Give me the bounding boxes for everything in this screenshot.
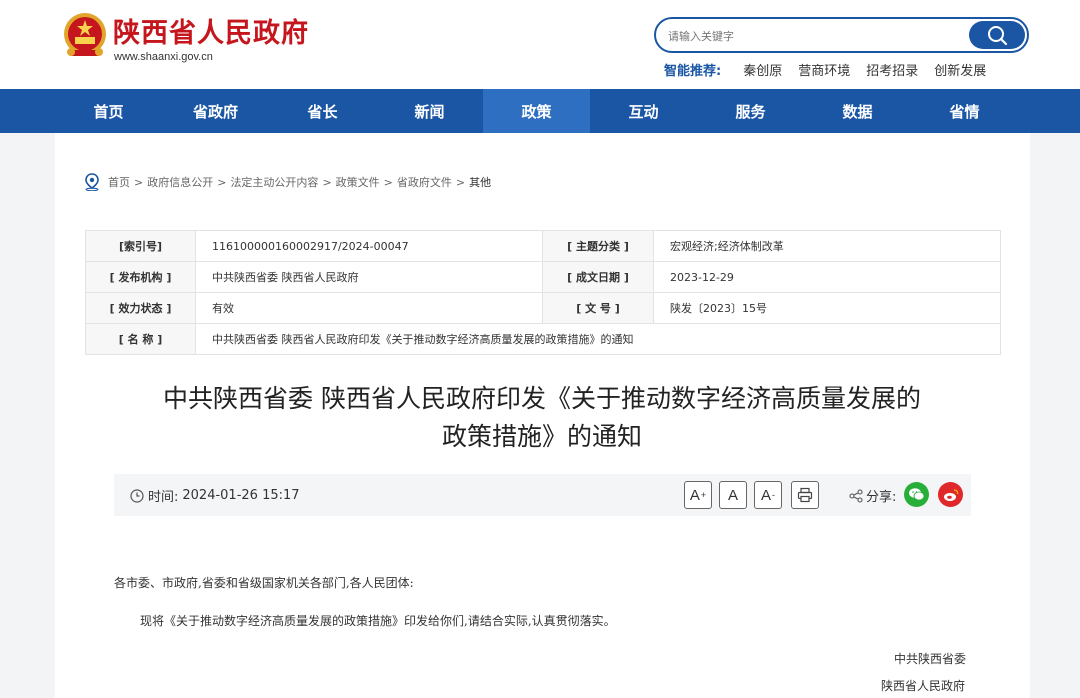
font-default-label: A — [727, 486, 738, 504]
breadcrumb-link[interactable]: 政策文件 — [336, 174, 380, 190]
meta-key: [ 效力状态 ] — [85, 292, 196, 324]
breadcrumb-link[interactable]: 法定主动公开内容 — [230, 174, 318, 190]
signature: 陕西省人民政府 — [881, 679, 966, 693]
meta-value: 陕发〔2023〕15号 — [653, 292, 1001, 324]
site-title[interactable]: 陕西省人民政府 — [113, 17, 309, 51]
font-increase-label: A — [689, 486, 700, 504]
site-domain: www.shaanxi.gov.cn — [114, 51, 213, 63]
nav-item-governor[interactable]: 省长 — [269, 89, 376, 133]
meta-key: [索引号] — [85, 230, 196, 262]
share-label: 分享: — [866, 490, 897, 505]
national-emblem-icon[interactable] — [62, 12, 108, 60]
meta-value: 中共陕西省委 陕西省人民政府 — [195, 261, 543, 293]
site-header: 陕西省人民政府 www.shaanxi.gov.cn 智能推荐: 秦创原 营商环… — [0, 0, 1080, 89]
font-default-button[interactable]: A — [719, 481, 747, 509]
meta-value: 116100000160002917/2024-00047 — [195, 230, 543, 262]
time-label: 时间: — [148, 490, 179, 505]
breadcrumb-link[interactable]: 首页 — [108, 174, 130, 190]
breadcrumb-separator: > — [455, 175, 466, 189]
search-icon — [988, 26, 1008, 46]
body-paragraph: 现将《关于推动数字经济高质量发展的政策措施》印发给你们,请结合实际,认真贯彻落实… — [140, 614, 616, 628]
meta-value: 中共陕西省委 陕西省人民政府印发《关于推动数字经济高质量发展的政策措施》的通知 — [195, 323, 1001, 355]
time-value: 2024-01-26 15:17 — [182, 488, 300, 503]
document-meta-table: [索引号] 116100000160002917/2024-00047 [ 主题… — [85, 230, 1001, 355]
share-wechat-button[interactable] — [904, 482, 929, 507]
breadcrumb-separator: > — [383, 175, 393, 189]
nav-item-home[interactable]: 首页 — [55, 89, 162, 133]
table-row: [ 效力状态 ] 有效 [ 文 号 ] 陕发〔2023〕15号 — [85, 292, 1001, 324]
font-decrease-button[interactable]: A- — [754, 481, 782, 509]
share-weibo-button[interactable] — [938, 482, 963, 507]
recommend-link[interactable]: 创新发展 — [934, 63, 986, 81]
clock-icon — [130, 488, 144, 503]
breadcrumb-separator: > — [134, 175, 144, 189]
signature: 中共陕西省委 — [894, 652, 967, 666]
article-title-line: 中共陕西省委 陕西省人民政府印发《关于推动数字经济高质量发展的 — [163, 384, 921, 413]
breadcrumb: 首页 > 政府信息公开 > 法定主动公开内容 > 政策文件 > 省政府文件 > … — [84, 172, 491, 192]
meta-key: [ 成文日期 ] — [542, 261, 654, 293]
breadcrumb-link[interactable]: 政府信息公开 — [147, 174, 213, 190]
breadcrumb-current: 其他 — [469, 176, 492, 189]
table-row: [索引号] 116100000160002917/2024-00047 [ 主题… — [85, 230, 1001, 262]
smart-recommend: 智能推荐: 秦创原 营商环境 招考招录 创新发展 — [664, 63, 1002, 81]
meta-key: [ 名 称 ] — [85, 323, 196, 355]
nav-item-news[interactable]: 新闻 — [376, 89, 483, 133]
article-title-line: 政策措施》的通知 — [441, 422, 642, 451]
main-nav: 首页 省政府 省长 新闻 政策 互动 服务 数据 省情 — [0, 89, 1080, 133]
nav-item-interaction[interactable]: 互动 — [590, 89, 697, 133]
meta-key: [ 主题分类 ] — [542, 230, 654, 262]
search-input[interactable] — [668, 25, 958, 47]
table-row: [ 名 称 ] 中共陕西省委 陕西省人民政府印发《关于推动数字经济高质量发展的政… — [85, 323, 1001, 355]
share-icon — [849, 488, 863, 503]
recommend-link[interactable]: 招考招录 — [866, 63, 918, 81]
table-row: [ 发布机构 ] 中共陕西省委 陕西省人民政府 [ 成文日期 ] 2023-12… — [85, 261, 1001, 293]
nav-item-data[interactable]: 数据 — [804, 89, 911, 133]
meta-value: 2023-12-29 — [653, 261, 1001, 293]
breadcrumb-separator: > — [322, 175, 332, 189]
plus-sign: + — [700, 490, 707, 500]
meta-key: [ 发布机构 ] — [85, 261, 196, 293]
article-title: 中共陕西省委 陕西省人民政府印发《关于推动数字经济高质量发展的 政策措施》的通知 — [114, 380, 970, 456]
article-toolbar: 时间: 2024-01-26 15:17 A + A A- 分享: — [114, 474, 971, 516]
search-button[interactable] — [969, 21, 1025, 49]
printer-icon — [797, 487, 813, 503]
print-button[interactable] — [791, 481, 819, 509]
nav-item-province-info[interactable]: 省情 — [911, 89, 1018, 133]
recommend-label: 智能推荐: — [664, 64, 722, 79]
meta-value: 有效 — [195, 292, 543, 324]
minus-sign: - — [772, 490, 775, 500]
nav-item-government[interactable]: 省政府 — [162, 89, 269, 133]
nav-item-policy[interactable]: 政策 — [483, 89, 590, 133]
salutation: 各市委、市政府,省委和省级国家机关各部门,各人民团体: — [114, 576, 414, 590]
nav-item-services[interactable]: 服务 — [697, 89, 804, 133]
search-box — [654, 17, 1029, 53]
breadcrumb-link[interactable]: 省政府文件 — [397, 174, 452, 190]
wechat-icon — [909, 488, 925, 501]
weibo-icon — [943, 488, 958, 501]
location-pin-icon — [85, 173, 99, 191]
font-decrease-label: A — [760, 486, 771, 504]
recommend-link[interactable]: 营商环境 — [798, 63, 850, 81]
font-increase-button[interactable]: A + — [684, 481, 712, 509]
meta-key: [ 文 号 ] — [542, 292, 654, 324]
share-area: 分享: — [849, 486, 896, 505]
publish-time: 时间: 2024-01-26 15:17 — [130, 486, 300, 505]
meta-value: 宏观经济;经济体制改革 — [653, 230, 1001, 262]
recommend-link[interactable]: 秦创原 — [743, 63, 782, 81]
breadcrumb-separator: > — [217, 175, 227, 189]
